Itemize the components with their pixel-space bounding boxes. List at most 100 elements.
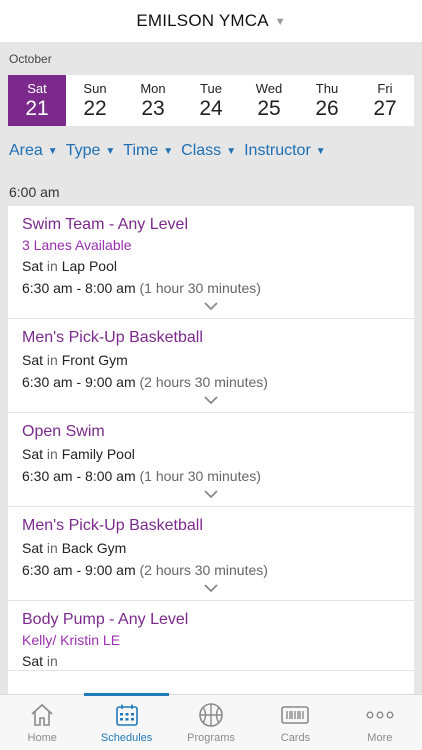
expand-chevron-icon[interactable] [22,579,400,600]
dropdown-caret-icon: ▼ [163,145,174,157]
tab-label: Schedules [100,732,153,744]
class-card[interactable]: Men's Pick-Up Basketball Sat in Back Gym… [8,507,414,601]
class-day: Sat [22,540,44,556]
class-time: 6:30 am - 8:00 am [22,468,136,484]
more-dots-icon [366,701,394,729]
dropdown-caret-icon[interactable]: ▼ [275,16,286,28]
class-time-line: 6:30 am - 9:00 am (2 hours 30 minutes) [22,373,400,391]
filter-label: Instructor [244,142,311,159]
bottom-tab-bar: Home Schedules Programs Cards More [0,693,422,750]
class-duration: (2 hours 30 minutes) [139,374,268,390]
day-name: Sun [83,80,107,96]
day-wed-25[interactable]: Wed 25 [240,75,298,126]
day-tue-24[interactable]: Tue 24 [182,75,240,126]
class-name[interactable]: Body Pump - Any Level [22,610,400,630]
class-day: Sat [22,446,44,462]
day-sun-22[interactable]: Sun 22 [66,75,124,126]
class-location: Lap Pool [61,258,117,274]
tab-more[interactable]: More [338,695,422,750]
class-name[interactable]: Swim Team - Any Level [22,215,400,235]
in-word: in [46,352,58,368]
day-number: 25 [257,96,281,120]
expand-chevron-icon[interactable] [22,297,400,318]
in-word: in [46,258,58,274]
class-name[interactable]: Men's Pick-Up Basketball [22,516,400,536]
day-number: 23 [141,96,165,120]
filter-area[interactable]: Area ▼ [9,142,58,160]
day-number: 26 [315,96,339,120]
tab-cards[interactable]: Cards [253,695,337,750]
day-number: 22 [83,96,107,120]
tab-label: More [367,732,393,744]
tab-home[interactable]: Home [0,695,84,750]
class-instructor: Kelly/ Kristin LE [22,632,121,648]
day-name: Thu [315,80,339,96]
class-time-line: 6:30 am - 9:00 am (2 hours 30 minutes) [22,561,400,579]
class-availability: 3 Lanes Available [22,237,132,253]
filter-label: Type [65,142,101,159]
day-mon-23[interactable]: Mon 23 [124,75,182,126]
day-name: Sat [27,80,47,96]
month-label: October [9,52,52,66]
day-thu-26[interactable]: Thu 26 [298,75,356,126]
class-day: Sat [22,258,44,274]
class-time: 6:30 am - 9:00 am [22,562,136,578]
filter-instructor[interactable]: Instructor ▼ [244,142,326,160]
class-card[interactable]: Swim Team - Any Level 3 Lanes Available … [8,206,414,319]
class-day: Sat [22,352,44,368]
day-number: 21 [25,96,49,120]
class-location: Back Gym [61,540,127,556]
class-location-line: Sat in Family Pool [22,445,400,463]
tab-schedules[interactable]: Schedules [84,693,170,750]
in-word: in [46,653,58,669]
class-name[interactable]: Men's Pick-Up Basketball [22,328,400,348]
schedule-list[interactable]: Swim Team - Any Level 3 Lanes Available … [8,206,414,694]
class-duration: (1 hour 30 minutes) [139,468,261,484]
class-location-line: Sat in [22,652,400,670]
day-name: Fri [377,80,393,96]
dropdown-caret-icon: ▼ [47,145,58,157]
class-location-line: Sat in Back Gym [22,539,400,557]
class-duration: (2 hours 30 minutes) [139,562,268,578]
day-name: Wed [255,80,283,96]
class-time-line: 6:30 am - 8:00 am (1 hour 30 minutes) [22,279,400,297]
class-location-line: Sat in Lap Pool [22,257,400,275]
dropdown-caret-icon: ▼ [315,145,326,157]
class-time: 6:30 am - 9:00 am [22,374,136,390]
filter-time[interactable]: Time ▼ [123,142,173,160]
barcode-card-icon [281,701,310,729]
day-sat-21[interactable]: Sat 21 [8,75,66,126]
in-word: in [46,446,58,462]
class-name[interactable]: Open Swim [22,422,400,442]
class-day: Sat [22,653,44,669]
class-location: Family Pool [61,446,135,462]
filter-label: Time [123,142,159,159]
day-name: Tue [200,80,222,96]
day-fri-27[interactable]: Fri 27 [356,75,414,126]
in-word: in [46,540,58,556]
tab-label: Home [27,732,57,744]
class-time: 6:30 am - 8:00 am [22,280,136,296]
expand-chevron-icon[interactable] [22,485,400,506]
day-number: 24 [199,96,223,120]
home-icon [28,701,56,729]
tab-programs[interactable]: Programs [169,695,253,750]
expand-chevron-icon[interactable] [22,391,400,412]
location-title[interactable]: EMILSON YMCA [136,11,268,31]
filter-label: Area [9,142,43,159]
dropdown-caret-icon: ▼ [105,145,116,157]
class-location: Front Gym [61,352,128,368]
tab-label: Cards [280,732,311,744]
time-section-header: 6:00 am [9,184,60,200]
calendar-icon [113,701,141,729]
filter-class[interactable]: Class ▼ [181,142,236,160]
day-name: Mon [140,80,166,96]
tab-label: Programs [187,732,235,744]
filter-type[interactable]: Type ▼ [66,142,116,160]
header[interactable]: EMILSON YMCA ▼ [0,0,422,42]
class-card[interactable]: Body Pump - Any Level Kelly/ Kristin LE … [8,601,414,671]
class-card[interactable]: Open Swim Sat in Family Pool 6:30 am - 8… [8,413,414,507]
class-card[interactable]: Men's Pick-Up Basketball Sat in Front Gy… [8,319,414,413]
class-duration: (1 hour 30 minutes) [139,280,261,296]
week-day-selector: Sat 21 Sun 22 Mon 23 Tue 24 Wed 25 Thu 2… [8,75,414,126]
